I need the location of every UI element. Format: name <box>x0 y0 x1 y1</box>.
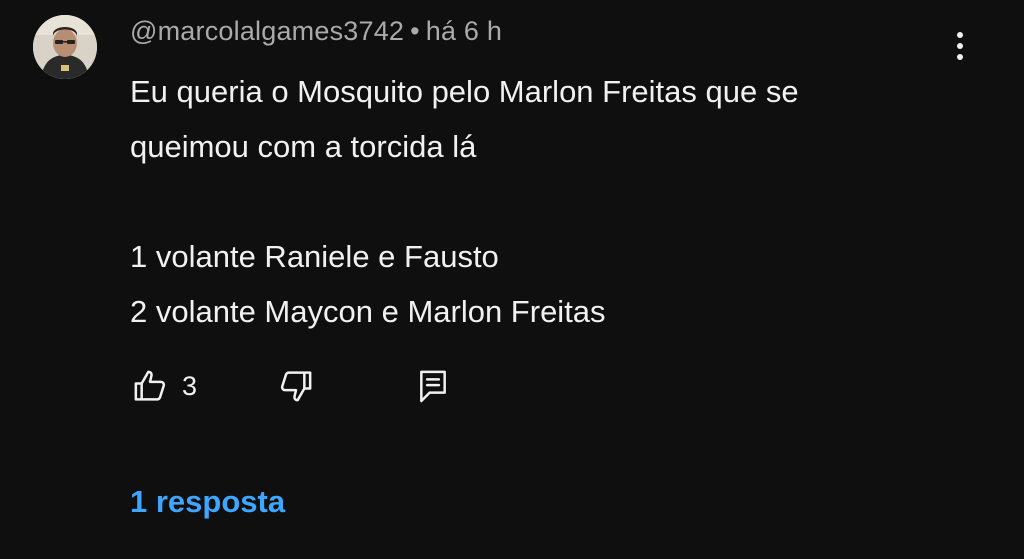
reply-comment-icon <box>420 370 446 403</box>
comment-text: Eu queria o Mosquito pelo Marlon Freitas… <box>130 64 990 339</box>
thumbs-up-icon <box>134 370 166 401</box>
comment-meta: @marcolalgames3742 • há 6 h <box>130 16 502 47</box>
like-button[interactable]: 3 <box>130 364 197 408</box>
meta-separator: • <box>410 16 420 46</box>
comment-line: Eu queria o Mosquito pelo Marlon Freitas… <box>130 74 799 109</box>
avatar-image <box>33 15 97 79</box>
reply-button[interactable] <box>416 364 450 408</box>
author-name[interactable]: @marcolalgames3742 <box>130 16 404 46</box>
comment-line <box>130 174 990 229</box>
dislike-button[interactable] <box>276 364 316 408</box>
more-options-button[interactable] <box>944 26 976 66</box>
menu-dot <box>957 43 963 49</box>
comment-timestamp[interactable]: há 6 h <box>426 16 502 46</box>
menu-dot <box>957 54 963 60</box>
comment-thread: @marcolalgames3742 • há 6 h Eu queria o Mo… <box>0 0 1024 559</box>
view-replies-link[interactable]: 1 resposta <box>130 484 285 520</box>
avatar[interactable] <box>33 15 97 79</box>
thumbs-down-icon <box>280 371 312 402</box>
like-count: 3 <box>182 370 198 401</box>
menu-dot <box>957 32 963 38</box>
comment-line: 2 volante Maycon e Marlon Freitas <box>130 294 606 329</box>
comment-line: queimou com a torcida lá <box>130 129 477 164</box>
comment-line: 1 volante Raniele e Fausto <box>130 239 499 274</box>
